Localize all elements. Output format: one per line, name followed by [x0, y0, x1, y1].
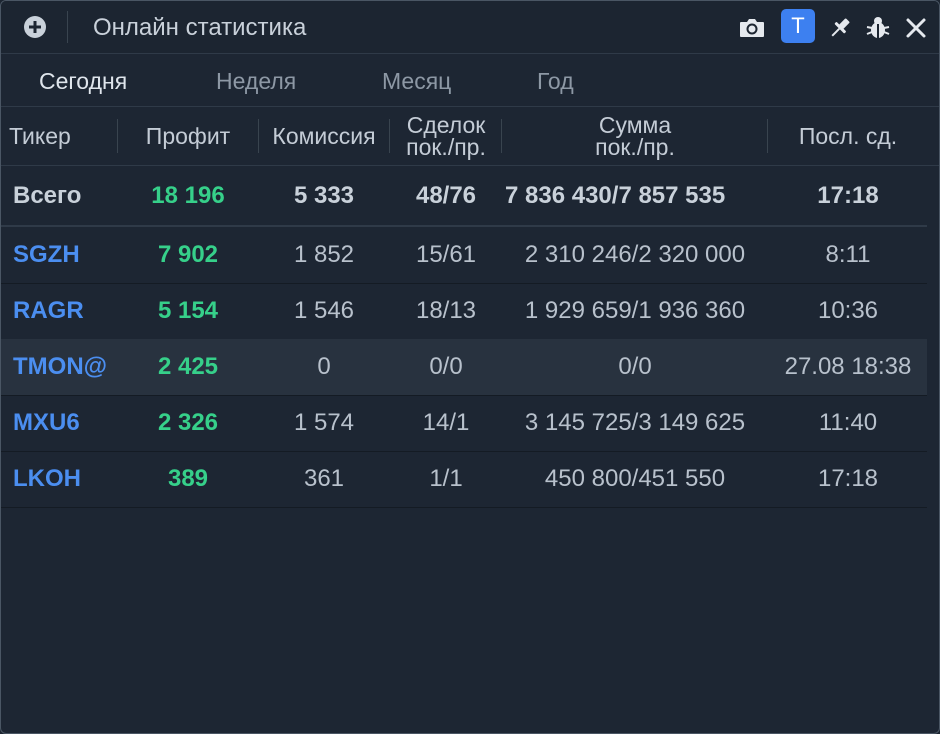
- trades-cell: 18/13: [415, 297, 477, 324]
- table-row[interactable]: RAGR 5 154 1 546 18/13 1 929 659/1 936 3…: [1, 283, 927, 340]
- column-header-sublabel: пок./пр.: [406, 134, 486, 160]
- profit-cell: 389: [167, 465, 209, 492]
- trades-cell: 0/0: [429, 353, 463, 380]
- last-trade-cell: 8:11: [825, 241, 871, 268]
- ticker-mode-button[interactable]: T: [781, 9, 815, 43]
- title-bar: Онлайн статистика T: [1, 1, 939, 54]
- column-header-last-trade[interactable]: Посл. сд.: [769, 107, 927, 165]
- tab-today[interactable]: Сегодня: [39, 68, 127, 95]
- sum-cell: 7 836 430/7 857 535: [505, 182, 726, 209]
- ticker-cell: LKOH: [13, 465, 81, 492]
- table-row-selected[interactable]: TMON@ 2 425 0 0/0 0/0 27.08 18:38: [1, 339, 927, 396]
- trades-cell: 15/61: [415, 241, 477, 268]
- sum-cell: 1 929 659/1 936 360: [524, 297, 746, 324]
- sum-cell: 3 145 725/3 149 625: [524, 409, 746, 436]
- column-header-label: Комиссия: [272, 123, 376, 149]
- window-title: Онлайн статистика: [93, 14, 307, 41]
- column-header-label: Тикер: [9, 123, 71, 149]
- table-total-row[interactable]: Всего 18 196 5 333 48/76 7 836 430/7 857…: [1, 167, 927, 227]
- column-header-label: Посл. сд.: [798, 123, 898, 149]
- commission-cell: 1 852: [293, 241, 355, 268]
- ticker-cell: Всего: [13, 182, 82, 209]
- table-header: Тикер Профит Комиссия Сделок пок./пр. Су…: [1, 107, 939, 166]
- profit-cell: 5 154: [157, 297, 219, 324]
- period-tabs: Сегодня Неделя Месяц Год: [1, 54, 939, 107]
- bug-icon[interactable]: [863, 13, 893, 43]
- title-divider: [67, 11, 68, 43]
- last-trade-cell: 11:40: [818, 409, 878, 436]
- commission-cell: 0: [317, 353, 331, 380]
- table-row[interactable]: LKOH 389 361 1/1 450 800/451 550 17:18: [1, 451, 927, 508]
- column-header-label: Профит: [145, 123, 231, 149]
- pin-icon[interactable]: [825, 13, 855, 43]
- close-icon[interactable]: [901, 13, 931, 43]
- column-divider[interactable]: [767, 119, 768, 153]
- tab-month[interactable]: Месяц: [382, 68, 451, 95]
- sum-cell: 450 800/451 550: [544, 465, 726, 492]
- profit-cell: 18 196: [151, 182, 225, 209]
- profit-cell: 2 425: [157, 353, 219, 380]
- commission-cell: 361: [303, 465, 345, 492]
- sum-cell: 2 310 246/2 320 000: [524, 241, 746, 268]
- column-divider[interactable]: [117, 119, 118, 153]
- column-header-commission[interactable]: Комиссия: [259, 107, 389, 165]
- column-header-sum[interactable]: Сумма пок./пр.: [503, 107, 767, 165]
- ticker-cell: MXU6: [13, 409, 80, 436]
- column-header-label: Сумма: [598, 112, 672, 138]
- stats-window: Онлайн статистика T Сегодня Неделя Месяц…: [0, 0, 940, 734]
- last-trade-cell: 17:18: [817, 465, 879, 492]
- profit-cell: 7 902: [157, 241, 219, 268]
- sum-cell: 0/0: [618, 353, 652, 380]
- trades-cell: 14/1: [422, 409, 470, 436]
- ticker-cell: SGZH: [13, 241, 80, 268]
- last-trade-cell: 10:36: [817, 297, 879, 324]
- column-header-sublabel: пок./пр.: [595, 134, 675, 160]
- column-divider[interactable]: [501, 119, 502, 153]
- last-trade-cell: 27.08 18:38: [784, 353, 912, 380]
- plus-circle-icon[interactable]: [23, 15, 47, 39]
- ticker-cell: TMON@: [13, 353, 108, 380]
- tab-year[interactable]: Год: [537, 68, 574, 95]
- ticker-cell: RAGR: [13, 297, 84, 324]
- column-header-ticker[interactable]: Тикер: [9, 107, 109, 165]
- commission-cell: 1 546: [293, 297, 355, 324]
- commission-cell: 1 574: [293, 409, 355, 436]
- trades-cell: 1/1: [429, 465, 463, 492]
- commission-cell: 5 333: [293, 182, 355, 209]
- table-row[interactable]: SGZH 7 902 1 852 15/61 2 310 246/2 320 0…: [1, 227, 927, 284]
- column-header-label: Сделок: [406, 112, 486, 138]
- table-row[interactable]: MXU6 2 326 1 574 14/1 3 145 725/3 149 62…: [1, 395, 927, 452]
- camera-icon[interactable]: [737, 13, 767, 43]
- column-divider[interactable]: [389, 119, 390, 153]
- profit-cell: 2 326: [157, 409, 219, 436]
- column-header-trades[interactable]: Сделок пок./пр.: [391, 107, 501, 165]
- trades-cell: 48/76: [415, 182, 477, 209]
- tab-week[interactable]: Неделя: [216, 68, 296, 95]
- last-trade-cell: 17:18: [817, 182, 879, 209]
- column-header-profit[interactable]: Профит: [119, 107, 257, 165]
